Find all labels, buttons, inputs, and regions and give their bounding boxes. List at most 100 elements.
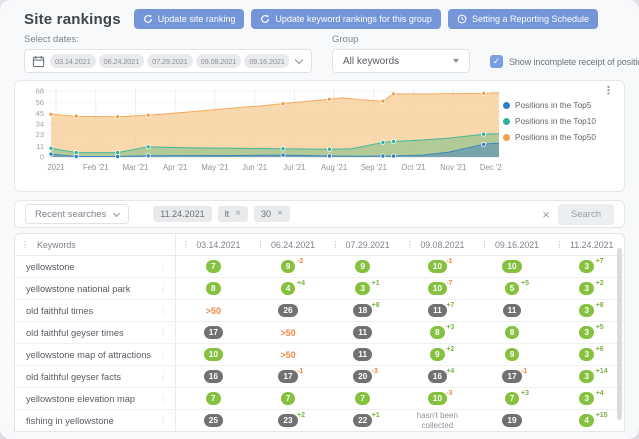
row-menu-icon[interactable]: ⋮ bbox=[159, 284, 167, 293]
refresh-icon bbox=[260, 14, 270, 24]
search-filter-chip[interactable]: 30× bbox=[254, 206, 290, 222]
chart-body: 2021Feb '21Mar '21Apr '21May '21Jun '21J… bbox=[21, 85, 622, 177]
date-chip[interactable]: 09.16.2021 bbox=[244, 54, 289, 68]
keyword-cell[interactable]: yellowstone elevation map⋮ bbox=[15, 388, 176, 409]
legend-item[interactable]: Positions in the Top5 bbox=[503, 100, 609, 110]
svg-text:68: 68 bbox=[36, 87, 44, 96]
position-badge: 17 bbox=[502, 370, 521, 383]
calendar-icon bbox=[32, 55, 45, 68]
date-chip[interactable]: 03.14.2021 bbox=[50, 54, 96, 68]
position-cell: 7 bbox=[251, 388, 326, 409]
position-cell: 3+6 bbox=[549, 344, 624, 365]
table-row[interactable]: old faithful geyser facts⋮1617-120-316+4… bbox=[15, 366, 624, 388]
show-incomplete-checkbox[interactable]: ✓ bbox=[490, 55, 503, 68]
date-chip[interactable]: 06.24.2021 bbox=[99, 54, 145, 68]
chart-legend: Positions in the Top5 Positions in the To… bbox=[503, 85, 609, 177]
table-row[interactable]: fishing in yellowstone⋮2523+222+1hasn't … bbox=[15, 410, 624, 432]
column-header-label: 11.24.2021 bbox=[567, 240, 624, 250]
row-menu-icon[interactable]: ⋮ bbox=[159, 416, 167, 425]
table-row[interactable]: yellowstone map of attractions⋮10>50119+… bbox=[15, 344, 624, 366]
position-badge: 4 bbox=[579, 414, 594, 427]
row-menu-icon[interactable]: ⋮ bbox=[159, 350, 167, 359]
position-badge: 11 bbox=[503, 304, 522, 317]
svg-text:45: 45 bbox=[36, 109, 44, 118]
header-button[interactable]: Update site ranking bbox=[134, 9, 245, 29]
column-header-keywords[interactable]: ⋮Keywords bbox=[15, 234, 176, 255]
column-drag-icon[interactable]: ⋮ bbox=[331, 241, 339, 249]
group-label: Group bbox=[332, 34, 470, 45]
position-badge: 3 bbox=[579, 370, 594, 383]
row-menu-icon[interactable]: ⋮ bbox=[159, 262, 167, 271]
position-badge: 7 bbox=[206, 392, 221, 405]
table-row[interactable]: old faithful geyser times⋮17>50118+383+5 bbox=[15, 322, 624, 344]
position-cell: 19 bbox=[475, 410, 550, 431]
row-menu-icon[interactable]: ⋮ bbox=[159, 372, 167, 381]
date-selector[interactable]: 03.14.202106.24.202107.29.202109.08.2021… bbox=[24, 49, 312, 73]
svg-text:Dec '21: Dec '21 bbox=[480, 163, 503, 172]
keyword-cell[interactable]: old faithful geyser times⋮ bbox=[15, 322, 176, 343]
position-cell: 22+1 bbox=[325, 410, 400, 431]
svg-text:34: 34 bbox=[36, 120, 44, 129]
remove-chip-icon[interactable]: × bbox=[277, 210, 283, 218]
column-header-09.16.2021[interactable]: ⋮09.16.2021 bbox=[475, 240, 550, 250]
column-drag-icon[interactable]: ⋮ bbox=[257, 241, 265, 249]
remove-chip-icon[interactable]: × bbox=[235, 210, 241, 218]
position-cell: 10 bbox=[475, 256, 550, 277]
position-cell: 4+4 bbox=[251, 278, 326, 299]
page-header: Site rankings Update site ranking Update … bbox=[0, 0, 639, 29]
column-drag-icon[interactable]: ⋮ bbox=[481, 241, 489, 249]
svg-text:0: 0 bbox=[40, 153, 44, 162]
column-drag-icon[interactable]: ⋮ bbox=[406, 241, 414, 249]
position-change: +2 bbox=[446, 346, 454, 353]
svg-text:23: 23 bbox=[36, 130, 44, 139]
legend-item[interactable]: Positions in the Top10 bbox=[503, 116, 609, 126]
row-menu-icon[interactable]: ⋮ bbox=[159, 306, 167, 315]
column-drag-icon[interactable]: ⋮ bbox=[182, 241, 190, 249]
table-row[interactable]: old faithful times⋮>502618+811+7113+8 bbox=[15, 300, 624, 322]
chart-menu-icon[interactable]: ⋮ bbox=[603, 86, 614, 97]
recent-searches-dropdown[interactable]: Recent searches bbox=[25, 204, 129, 224]
column-drag-icon[interactable]: ⋮ bbox=[21, 241, 29, 249]
clear-search-icon[interactable]: × bbox=[534, 208, 558, 221]
column-header-07.29.2021[interactable]: ⋮07.29.2021 bbox=[325, 240, 400, 250]
search-filter-chip[interactable]: 11.24.2021 bbox=[153, 206, 211, 222]
header-button[interactable]: Setting a Reporting Schedule bbox=[448, 9, 598, 29]
keyword-cell[interactable]: old faithful geyser facts⋮ bbox=[15, 366, 176, 387]
column-drag-icon[interactable]: ⋮ bbox=[555, 241, 563, 249]
position-cell: >50 bbox=[176, 300, 251, 321]
column-header-11.24.2021[interactable]: ⋮ 11.24.2021 bbox=[549, 240, 624, 250]
position-badge: 7 bbox=[281, 392, 296, 405]
keyword-cell[interactable]: yellowstone national park⋮ bbox=[15, 278, 176, 299]
table-row[interactable]: yellowstone national park⋮84+43+110-75+5… bbox=[15, 278, 624, 300]
table-row[interactable]: yellowstone⋮79-2910-1103+7 bbox=[15, 256, 624, 278]
column-header-03.14.2021[interactable]: ⋮03.14.2021 bbox=[176, 240, 251, 250]
search-button[interactable]: Search bbox=[558, 204, 614, 225]
position-badge: 17 bbox=[204, 326, 223, 339]
column-header-06.24.2021[interactable]: ⋮06.24.2021 bbox=[251, 240, 326, 250]
position-cell: 3+7 bbox=[549, 256, 624, 277]
chevron-down-icon[interactable] bbox=[295, 55, 303, 63]
page-title: Site rankings bbox=[24, 11, 121, 28]
svg-text:2021: 2021 bbox=[47, 163, 64, 172]
show-incomplete-label[interactable]: Show incomplete receipt of positions bbox=[509, 57, 639, 67]
vertical-scrollbar[interactable] bbox=[617, 248, 622, 420]
column-header-09.08.2021[interactable]: ⋮09.08.2021 bbox=[400, 240, 475, 250]
keyword-cell[interactable]: fishing in yellowstone⋮ bbox=[15, 410, 176, 431]
position-change: +7 bbox=[596, 258, 604, 265]
header-button[interactable]: Update keyword rankings for this group bbox=[251, 9, 441, 29]
keyword-cell[interactable]: yellowstone map of attractions⋮ bbox=[15, 344, 176, 365]
date-chip[interactable]: 09.08.2021 bbox=[196, 54, 242, 68]
row-menu-icon[interactable]: ⋮ bbox=[159, 394, 167, 403]
keyword-cell[interactable]: yellowstone⋮ bbox=[15, 256, 176, 277]
search-filter-chip[interactable]: lt× bbox=[218, 206, 248, 222]
group-select[interactable]: All keywords bbox=[332, 49, 470, 73]
legend-label: Positions in the Top10 bbox=[515, 116, 596, 126]
table-row[interactable]: yellowstone elevation map⋮77710-37+33+4 bbox=[15, 388, 624, 410]
position-badge: 3 bbox=[579, 392, 594, 405]
date-chip[interactable]: 07.29.2021 bbox=[147, 54, 193, 68]
keyword-cell[interactable]: old faithful times⋮ bbox=[15, 300, 176, 321]
row-menu-icon[interactable]: ⋮ bbox=[159, 328, 167, 337]
position-change: +15 bbox=[596, 412, 608, 419]
position-badge: 5 bbox=[505, 282, 520, 295]
legend-item[interactable]: Positions in the Top50 bbox=[503, 132, 609, 142]
